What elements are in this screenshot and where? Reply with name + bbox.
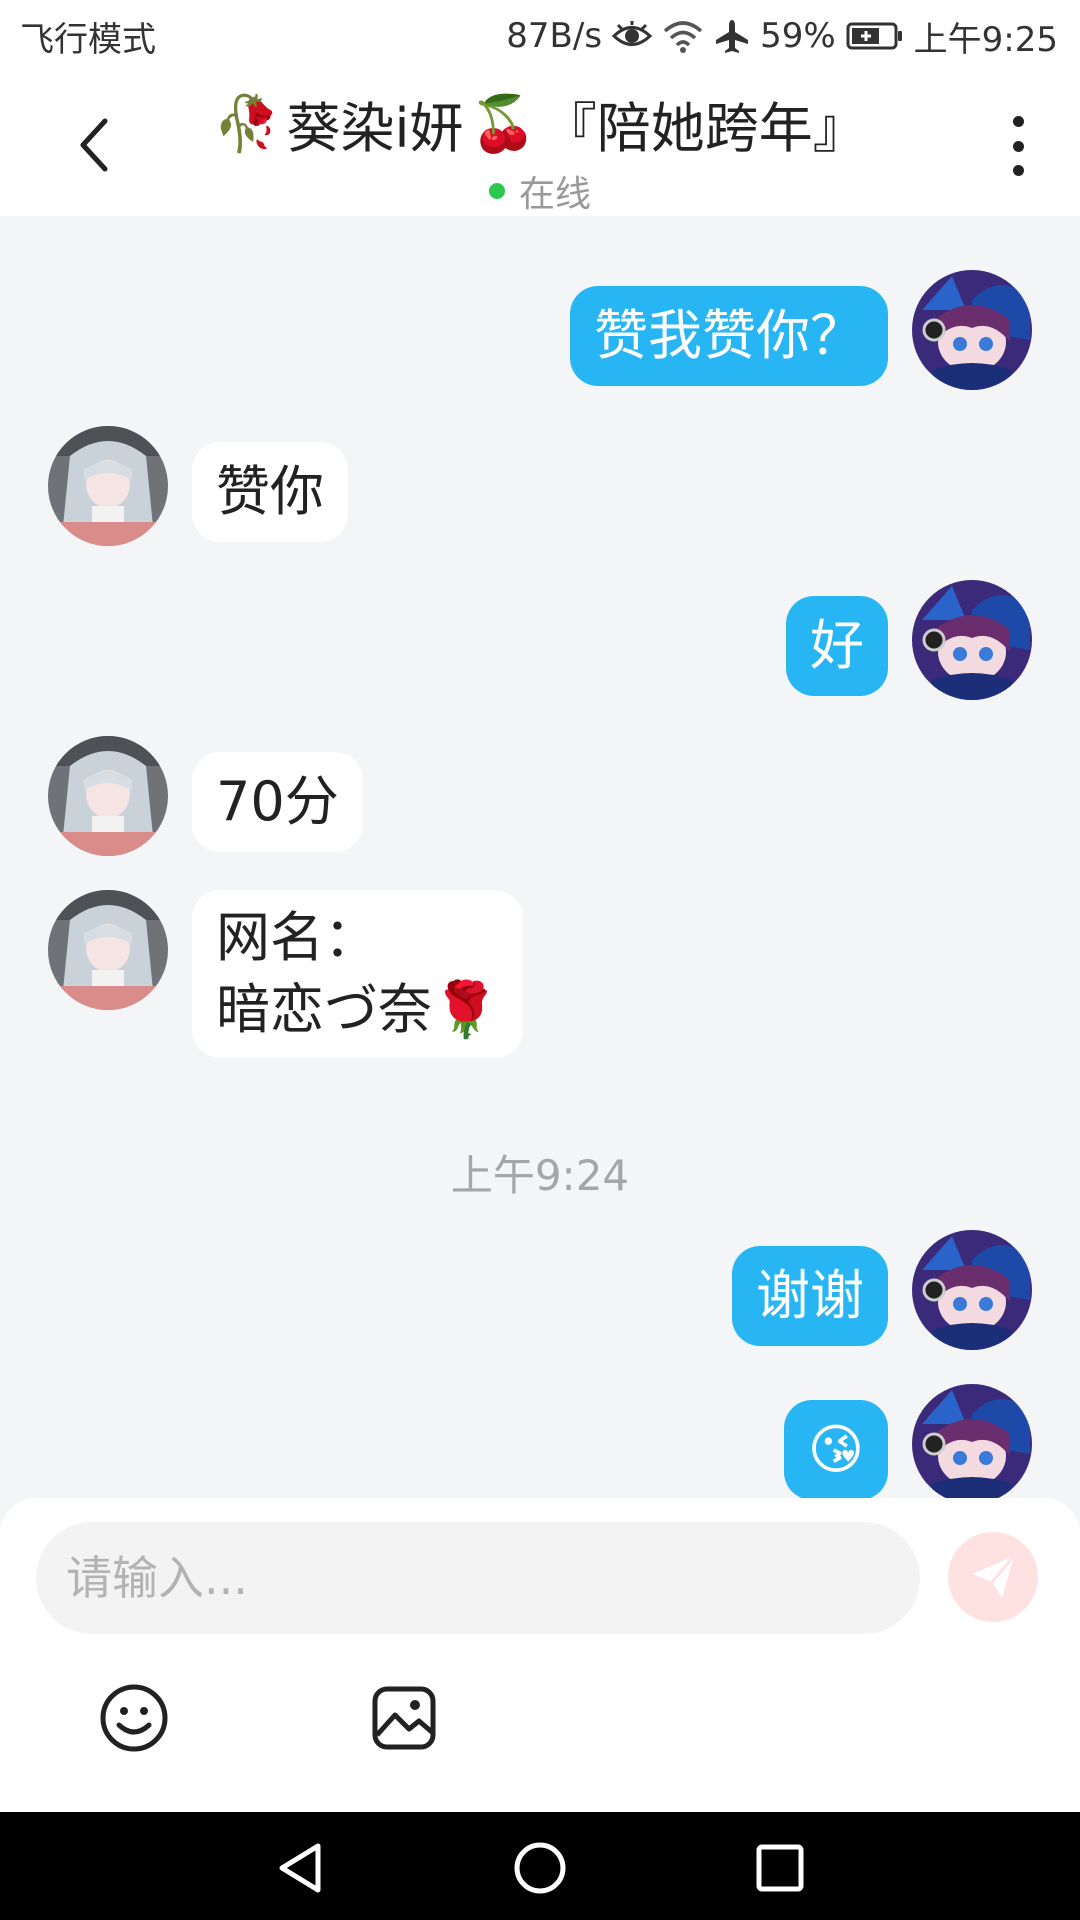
message-row: 70分 <box>0 736 1080 856</box>
nav-back-button[interactable] <box>268 1836 332 1900</box>
online-status: 在线 <box>150 165 930 217</box>
message-row: 好 <box>0 580 1080 700</box>
more-button[interactable] <box>998 116 1038 176</box>
more-icon <box>1012 116 1024 127</box>
message-bubble[interactable]: 赞我赞你？ <box>570 286 888 386</box>
nav-home-icon <box>514 1842 566 1894</box>
online-dot <box>488 183 505 199</box>
title-emoji-rose: 🥀 <box>213 91 281 155</box>
nav-recents-button[interactable] <box>748 1836 812 1900</box>
message-bubble[interactable]: 网名： 暗恋づ奈🌹 <box>192 890 524 1058</box>
message-line: 网名： <box>216 906 378 969</box>
contact-avatar[interactable] <box>48 736 168 856</box>
back-button[interactable] <box>60 110 130 180</box>
emoji-icon <box>100 1684 168 1752</box>
chat-messages[interactable]: 赞我赞你？ 赞你 好 70分 网名： 暗恋づ奈🌹 上午9:24 谢谢 😘 <box>0 216 1080 1504</box>
title-suffix: 『陪她跨年』 <box>542 97 867 160</box>
message-row: 赞你 <box>0 426 1080 546</box>
time-divider: 上午9:24 <box>450 1151 630 1200</box>
back-icon <box>80 118 108 172</box>
nav-recents-icon <box>756 1844 804 1892</box>
contact-avatar[interactable] <box>48 426 168 546</box>
my-avatar[interactable] <box>912 1384 1032 1504</box>
chat-title: 🥀 葵染i妍 🍒 『陪她跨年』 <box>150 84 930 163</box>
emoji-button[interactable] <box>98 1682 170 1754</box>
my-avatar[interactable] <box>912 270 1032 390</box>
message-bubble[interactable]: 好 <box>786 596 888 696</box>
nav-home-button[interactable] <box>508 1836 572 1900</box>
message-input[interactable] <box>36 1522 920 1634</box>
image-button[interactable] <box>368 1682 440 1754</box>
status-net-speed: 87B/s <box>506 16 603 56</box>
my-avatar[interactable] <box>912 580 1032 700</box>
rose-emoji: 🌹 <box>432 978 500 1041</box>
status-bar: 飞行模式 87B/s 59% 上午9:25 <box>0 0 1080 72</box>
contact-avatar[interactable] <box>48 890 168 1010</box>
nav-back-icon <box>279 1843 321 1893</box>
message-bubble[interactable]: 70分 <box>192 752 363 852</box>
message-bubble[interactable]: 赞你 <box>192 442 348 542</box>
system-nav-bar <box>0 1812 1080 1920</box>
image-icon <box>372 1686 436 1750</box>
eye-icon <box>612 21 653 51</box>
chat-header: 🥀 葵染i妍 🍒 『陪她跨年』 在线 <box>0 72 1080 216</box>
battery-icon <box>846 21 904 51</box>
airplane-icon <box>714 18 750 54</box>
my-avatar[interactable] <box>912 1230 1032 1350</box>
message-row: 谢谢 <box>0 1230 1080 1350</box>
title-name: 葵染i妍 <box>286 97 464 160</box>
message-line: 暗恋づ奈🌹 <box>216 978 500 1041</box>
battery-percent: 59% <box>760 16 836 56</box>
status-mode: 飞行模式 <box>20 19 156 60</box>
message-bubble[interactable]: 😘 <box>783 1400 888 1500</box>
wifi-icon <box>662 19 704 53</box>
input-panel <box>0 1498 1080 1812</box>
message-bubble[interactable]: 谢谢 <box>732 1246 888 1346</box>
message-row: 网名： 暗恋づ奈🌹 <box>0 890 1080 1070</box>
status-icons: 87B/s 59% 上午9:25 <box>506 12 1058 61</box>
message-row: 赞我赞你？ <box>0 270 1080 390</box>
send-icon <box>972 1555 1016 1598</box>
title-emoji-cherry: 🍒 <box>469 91 537 155</box>
online-text: 在线 <box>518 174 591 215</box>
title-area: 🥀 葵染i妍 🍒 『陪她跨年』 在线 <box>150 84 930 217</box>
message-row: 😘 <box>0 1384 1080 1504</box>
send-button[interactable] <box>948 1532 1038 1622</box>
status-time: 上午9:25 <box>913 19 1058 60</box>
